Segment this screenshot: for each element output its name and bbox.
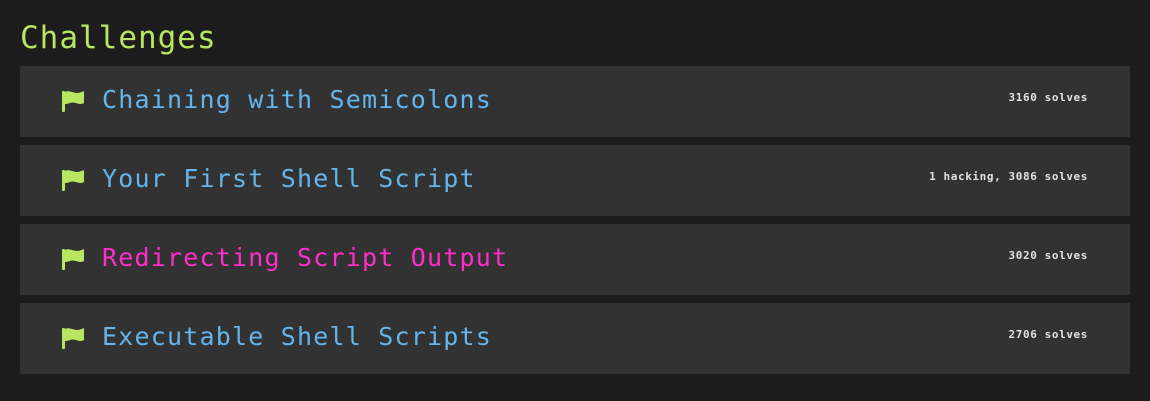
- challenge-list: Chaining with Semicolons 3160 solves You…: [20, 66, 1130, 374]
- challenge-row[interactable]: Chaining with Semicolons 3160 solves: [20, 66, 1130, 137]
- flag-icon: [62, 249, 84, 270]
- challenge-row[interactable]: Your First Shell Script 1 hacking, 3086 …: [20, 145, 1130, 216]
- page-title: Challenges: [20, 20, 217, 56]
- challenge-row[interactable]: Redirecting Script Output 3020 solves: [20, 224, 1130, 295]
- solve-count: 1 hacking, 3086 solves: [929, 170, 1088, 183]
- challenge-row[interactable]: Executable Shell Scripts 2706 solves: [20, 303, 1130, 374]
- challenge-name[interactable]: Chaining with Semicolons: [102, 84, 492, 116]
- solve-count: 2706 solves: [1008, 328, 1088, 341]
- challenge-name[interactable]: Redirecting Script Output: [102, 242, 508, 274]
- flag-icon: [62, 170, 84, 191]
- flag-icon: [62, 328, 84, 349]
- solve-count: 3020 solves: [1008, 249, 1088, 262]
- challenge-name[interactable]: Your First Shell Script: [102, 163, 476, 195]
- flag-icon: [62, 91, 84, 112]
- solve-count: 3160 solves: [1008, 91, 1088, 104]
- challenge-name[interactable]: Executable Shell Scripts: [102, 321, 492, 353]
